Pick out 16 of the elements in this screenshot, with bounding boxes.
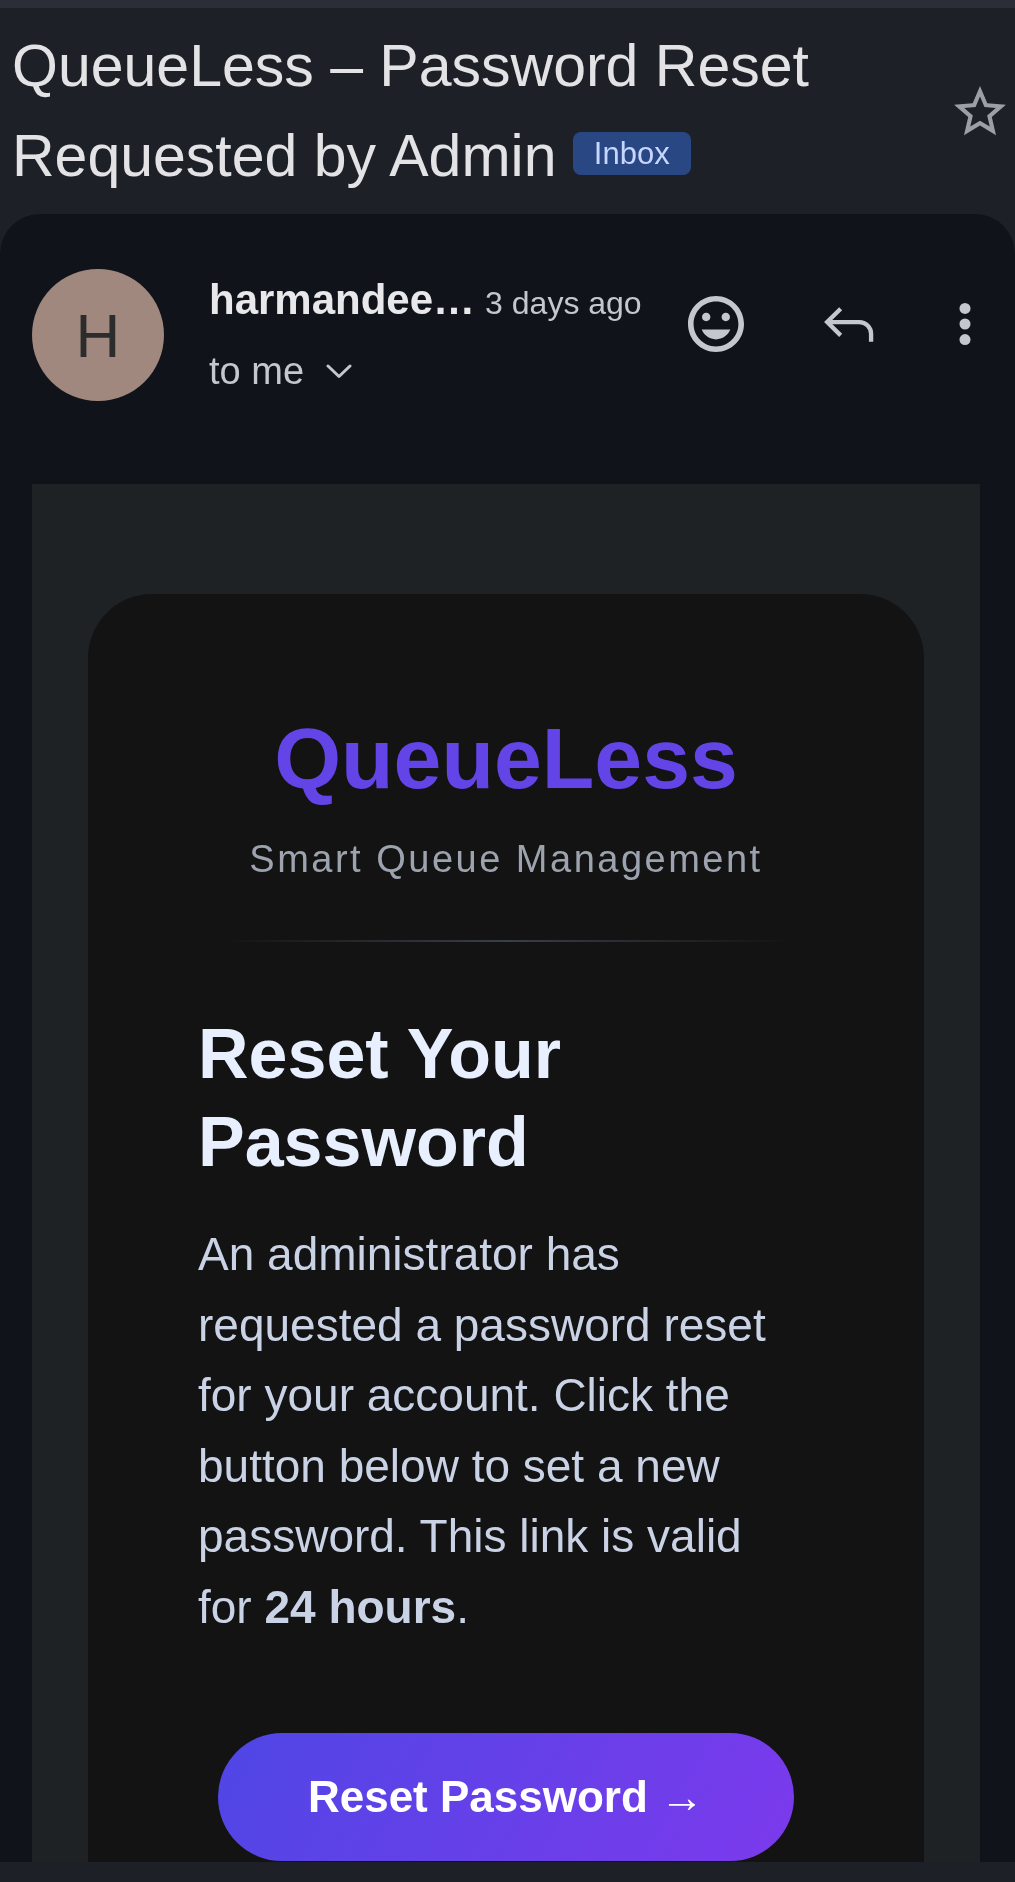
recipient-text: to me — [209, 349, 305, 394]
avatar: H — [32, 269, 164, 401]
star-icon[interactable] — [954, 86, 1006, 136]
reset-password-button[interactable]: Reset Password → — [218, 1732, 794, 1861]
brand-logo-text: QueueLess — [273, 709, 739, 808]
email-subject: QueueLess – Password Reset Requested by Admin Inbox — [12, 32, 810, 191]
reply-icon[interactable] — [824, 306, 875, 342]
sent-time: 3 days ago — [485, 284, 642, 323]
smiley-icon[interactable] — [688, 296, 744, 352]
email-heading: Reset Your Password — [198, 1014, 563, 1183]
more-options-icon[interactable] — [959, 302, 971, 346]
sender-name: harmandee… — [209, 275, 476, 325]
email-paragraph: An administrator has requested a password reset for your account. Click the button below to set a new password. This link is valid for 24 hours. — [198, 1227, 767, 1635]
inbox-label[interactable]: Inbox — [572, 132, 691, 175]
brand-tagline: Smart Queue Management — [248, 837, 764, 882]
chevron-down-icon[interactable] — [326, 363, 353, 379]
